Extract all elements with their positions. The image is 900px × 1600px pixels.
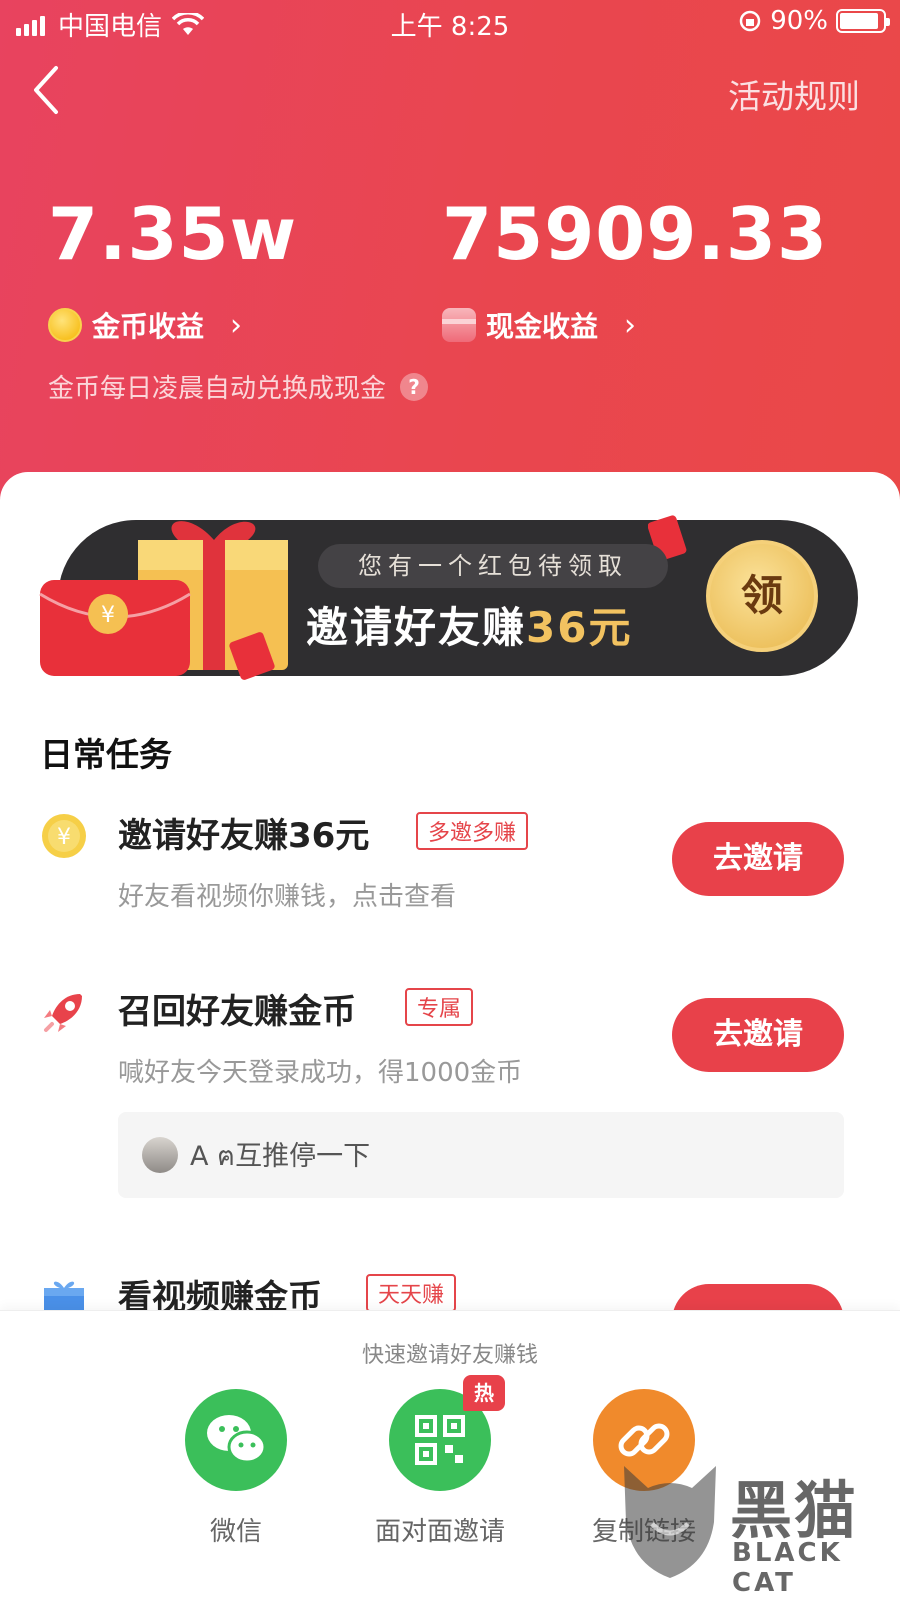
exchange-note: 金币每日凌晨自动兑换成现金 ? [48, 368, 429, 405]
coin-icon [48, 308, 82, 342]
rocket-icon [40, 988, 88, 1036]
task-title: 邀请好友赚36元 [118, 816, 370, 856]
claim-button[interactable]: 领 [706, 540, 818, 652]
hot-badge: 热 [463, 1375, 505, 1411]
help-icon[interactable]: ? [400, 372, 429, 401]
coin-icon: ¥ [40, 812, 88, 860]
task-tag: 专属 [405, 988, 474, 1026]
share-option-wechat[interactable]: 微信 [136, 1389, 336, 1548]
ticker-text: A ฅ互推停一下 [190, 1140, 371, 1172]
orientation-lock-icon [739, 10, 761, 32]
cash-earnings-label: 现金收益 [486, 310, 599, 343]
status-bar: 中国电信 上午 8:25 90% [0, 0, 900, 46]
share-label: 面对面邀请 [374, 1517, 505, 1547]
share-title: 快速邀请好友赚钱 [361, 1343, 538, 1368]
friend-ticker: A ฅ互推停一下 [118, 1112, 844, 1198]
task-tag: 天天赚 [366, 1274, 457, 1312]
watermark-text: 黑猫 [730, 1474, 859, 1547]
back-button[interactable] [26, 62, 76, 118]
earnings-header: 中国电信 上午 8:25 90% 活动规则 7.35w 75909.33 金币收… [0, 0, 900, 520]
task-tag: 多邀多赚 [416, 812, 529, 850]
avatar [142, 1137, 178, 1173]
coin-earnings-link[interactable]: 金币收益 › [48, 305, 242, 345]
svg-text:¥: ¥ [57, 825, 71, 850]
invite-banner[interactable]: ¥ 您有一个红包待领取 邀请好友赚36元 领 [38, 515, 858, 680]
status-right: 90% [738, 6, 890, 36]
section-title: 日常任务 [40, 735, 172, 774]
task-desc: 好友看视频你赚钱，点击查看 [118, 882, 457, 912]
chevron-right-icon: › [230, 307, 243, 343]
chevron-left-icon [34, 66, 58, 114]
invite-button[interactable]: 去邀请 [672, 998, 844, 1072]
exchange-note-text: 金币每日凌晨自动兑换成现金 [48, 374, 387, 404]
black-cat-watermark: 黑猫 BLACK CAT [618, 1452, 888, 1598]
battery-icon [836, 9, 890, 33]
banner-title: 邀请好友赚36元 [306, 594, 632, 655]
cash-earnings-link[interactable]: 现金收益 › [442, 305, 636, 345]
invite-button[interactable]: 去邀请 [672, 822, 844, 896]
banner-subtitle: 您有一个红包待领取 [318, 544, 668, 588]
banner-title-amount: 36元 [526, 603, 633, 652]
task-desc: 喊好友今天登录成功，得1000金币 [118, 1058, 523, 1088]
gift-box-icon: ¥ [39, 521, 288, 680]
svg-text:¥: ¥ [101, 603, 115, 628]
wallet-icon [442, 308, 476, 342]
share-label: 微信 [209, 1517, 262, 1547]
task-title: 召回好友赚金币 [118, 992, 356, 1032]
coin-earnings-value: 7.35w [48, 192, 298, 276]
wechat-icon [185, 1389, 287, 1491]
chevron-right-icon: › [624, 307, 637, 343]
qrcode-icon: 热 [389, 1375, 505, 1491]
battery-percent: 90% [770, 6, 828, 36]
banner-title-prefix: 邀请好友赚 [306, 603, 527, 652]
cat-logo-icon [624, 1466, 716, 1578]
cash-earnings-value: 75909.33 [442, 192, 829, 276]
share-option-face-to-face[interactable]: 热 面对面邀请 [340, 1375, 540, 1548]
coin-earnings-label: 金币收益 [92, 310, 205, 343]
activity-rules-link[interactable]: 活动规则 [728, 70, 860, 118]
watermark-subtext: BLACK CAT [732, 1538, 843, 1598]
